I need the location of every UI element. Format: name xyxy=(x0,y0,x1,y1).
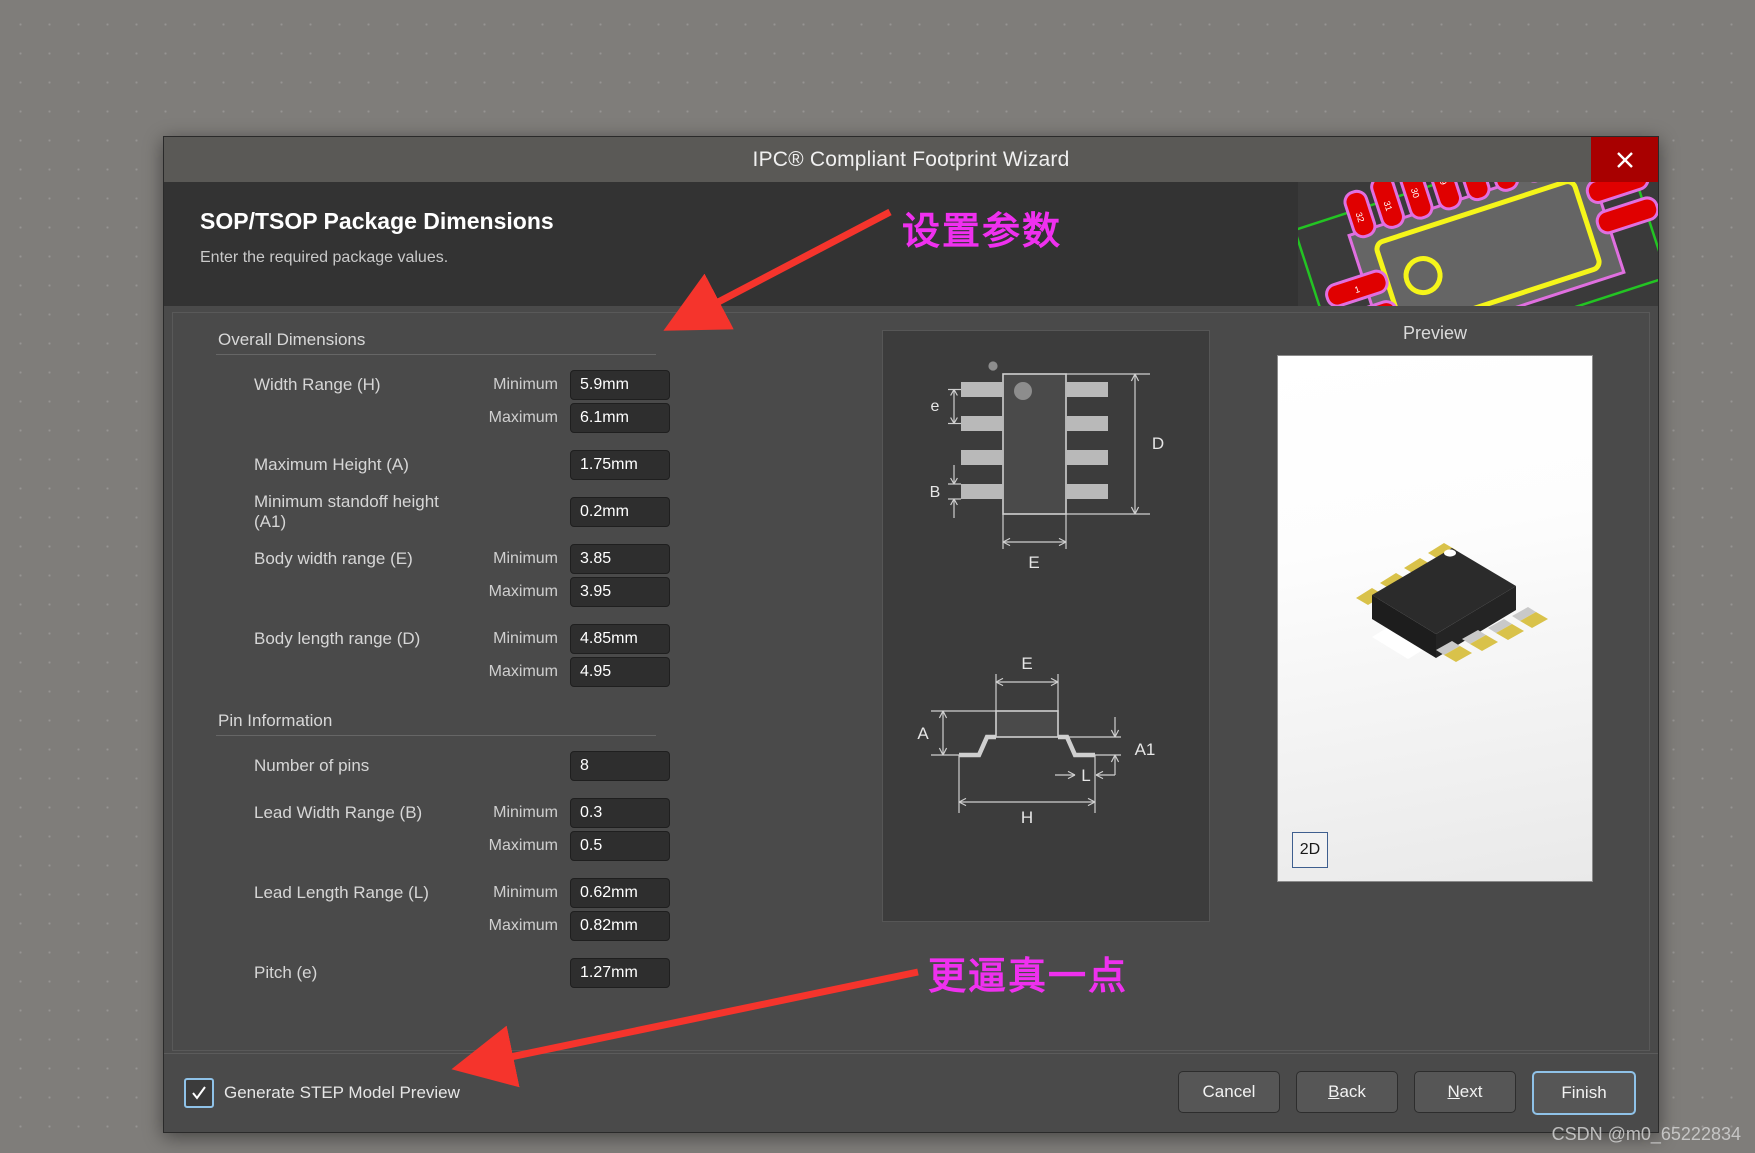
input-number-of-pins[interactable]: 8 xyxy=(570,750,670,781)
dialog-footer: Generate STEP Model Preview Cancel Back … xyxy=(164,1053,1658,1132)
preview-label: Preview xyxy=(1402,323,1468,343)
page-title: SOP/TSOP Package Dimensions xyxy=(200,208,554,234)
label-minimum-standoff-height: Minimum standoff height (A1) xyxy=(254,491,439,531)
field-row-width-range-max: Maximum 6.1mm xyxy=(208,402,848,433)
field-row-body-width-max: Maximum 3.95 xyxy=(208,576,848,607)
input-lead-width-min[interactable]: 0.3 xyxy=(570,797,670,828)
qualifier-maximum: Maximum xyxy=(488,662,558,680)
field-row-minimum-standoff-height: Minimum standoff height (A1) 0.2mm xyxy=(208,492,848,531)
annotation-more-realistic: 更逼真一点 xyxy=(928,954,1129,998)
label-maximum-height: Maximum Height (A) xyxy=(254,454,409,474)
step-model-preview[interactable]: 2D xyxy=(1277,355,1593,882)
next-button[interactable]: Next xyxy=(1414,1071,1516,1113)
qualifier-maximum: Maximum xyxy=(488,582,558,600)
back-button[interactable]: Back xyxy=(1296,1071,1398,1113)
input-maximum-height[interactable]: 1.75mm xyxy=(570,449,670,480)
group-title-overall: Overall Dimensions xyxy=(218,330,366,349)
banner-footprint-artwork: 32 31 30 29 28 27 26 xyxy=(1298,182,1658,306)
qualifier-maximum: Maximum xyxy=(488,408,558,426)
field-row-maximum-height: Maximum Height (A) 1.75mm xyxy=(208,449,848,480)
label-lead-width-range: Lead Width Range (B) xyxy=(254,802,423,822)
qualifier-minimum: Minimum xyxy=(493,629,558,647)
page-subtitle: Enter the required package values. xyxy=(200,249,449,266)
close-button[interactable] xyxy=(1591,137,1658,182)
dimensions-form: Overall Dimensions Width Range (H) Minim… xyxy=(164,320,848,1053)
package-diagrams-svg: e B D E E A A1 L H xyxy=(917,361,1164,827)
dim-label-side-body-width: E xyxy=(1021,654,1032,673)
dim-label-lead-length: L xyxy=(1081,766,1090,785)
dialog-title: IPC® Compliant Footprint Wizard xyxy=(752,147,1070,171)
checkbox-box[interactable] xyxy=(184,1078,214,1108)
field-row-number-of-pins: Number of pins 8 xyxy=(208,750,848,781)
ipc-footprint-wizard-dialog: IPC® Compliant Footprint Wizard SOP/TSOP… xyxy=(163,136,1659,1133)
soic8-3d-model xyxy=(1356,543,1548,662)
next-button-label: Next xyxy=(1447,1082,1483,1101)
banner-text-block: SOP/TSOP Package Dimensions Enter the re… xyxy=(164,182,554,306)
input-body-width-min[interactable]: 3.85 xyxy=(570,543,670,574)
watermark: CSDN @m0_65222834 xyxy=(1551,1124,1741,1144)
checkbox-label: Generate STEP Model Preview xyxy=(224,1083,460,1102)
input-body-width-max[interactable]: 3.95 xyxy=(570,576,670,607)
wizard-content: Overall Dimensions Width Range (H) Minim… xyxy=(164,306,1658,1053)
field-row-lead-width-min: Lead Width Range (B) Minimum 0.3 xyxy=(208,797,848,828)
qualifier-maximum: Maximum xyxy=(488,836,558,854)
qualifier-minimum: Minimum xyxy=(493,803,558,821)
field-row-lead-width-max: Maximum 0.5 xyxy=(208,830,848,861)
field-row-width-range-min: Width Range (H) Minimum 5.9mm xyxy=(208,369,848,400)
input-lead-length-min[interactable]: 0.62mm xyxy=(570,877,670,908)
close-icon xyxy=(1616,151,1633,168)
toggle-2d-button[interactable]: 2D xyxy=(1292,832,1328,868)
back-button-label: Back xyxy=(1328,1082,1366,1101)
field-row-lead-length-max: Maximum 0.82mm xyxy=(208,910,848,941)
dialog-titlebar: IPC® Compliant Footprint Wizard xyxy=(164,137,1658,182)
label-width-range: Width Range (H) xyxy=(254,374,381,394)
side-view-diagram: E A A1 L H xyxy=(917,654,1155,827)
label-body-length-range: Body length range (D) xyxy=(254,628,421,648)
field-row-body-length-min: Body length range (D) Minimum 4.85mm xyxy=(208,623,848,654)
group-divider-pin-information xyxy=(216,735,656,736)
dim-label-body-width: E xyxy=(1028,553,1039,572)
qualifier-minimum: Minimum xyxy=(493,883,558,901)
dim-label-height: A xyxy=(917,724,929,743)
generate-step-model-checkbox[interactable]: Generate STEP Model Preview xyxy=(184,1078,460,1108)
dim-label-span: H xyxy=(1021,808,1033,827)
dim-label-standoff: A1 xyxy=(1135,740,1156,759)
preview-column: Preview 2D xyxy=(1212,320,1658,1053)
input-body-length-min[interactable]: 4.85mm xyxy=(570,623,670,654)
annotation-set-parameters: 设置参数 xyxy=(902,209,1063,253)
label-number-of-pins: Number of pins xyxy=(254,755,370,775)
dim-label-lead-width: B xyxy=(930,484,941,501)
field-row-lead-length-min: Lead Length Range (L) Minimum 0.62mm xyxy=(208,877,848,908)
package-diagram-panel: e B D E E A A1 L H xyxy=(882,330,1210,922)
wizard-button-bar: Cancel Back Next Finish xyxy=(1178,1071,1636,1115)
input-width-range-min[interactable]: 5.9mm xyxy=(570,369,670,400)
field-row-body-width-min: Body width range (E) Minimum 3.85 xyxy=(208,543,848,574)
input-lead-width-max[interactable]: 0.5 xyxy=(570,830,670,861)
label-lead-length-range: Lead Length Range (L) xyxy=(254,882,429,902)
field-row-pitch: Pitch (e) 1.27mm xyxy=(208,957,848,988)
qualifier-minimum: Minimum xyxy=(493,549,558,567)
input-lead-length-max[interactable]: 0.82mm xyxy=(570,910,670,941)
qualifier-maximum: Maximum xyxy=(488,916,558,934)
dim-label-body-length: D xyxy=(1152,434,1164,453)
group-divider-overall xyxy=(216,354,656,355)
top-view-diagram: e B D E xyxy=(930,361,1164,572)
finish-button[interactable]: Finish xyxy=(1532,1071,1636,1115)
group-title-pin-information: Pin Information xyxy=(218,711,333,730)
dim-label-pitch: e xyxy=(931,398,940,415)
label-body-width-range: Body width range (E) xyxy=(254,548,413,568)
input-minimum-standoff-height[interactable]: 0.2mm xyxy=(570,496,670,527)
check-icon xyxy=(192,1086,206,1100)
input-pitch[interactable]: 1.27mm xyxy=(570,957,670,988)
field-row-body-length-max: Maximum 4.95 xyxy=(208,656,848,687)
cancel-button[interactable]: Cancel xyxy=(1178,1071,1280,1113)
label-pitch: Pitch (e) xyxy=(254,962,318,982)
qualifier-minimum: Minimum xyxy=(493,375,558,393)
input-width-range-max[interactable]: 6.1mm xyxy=(570,402,670,433)
input-body-length-max[interactable]: 4.95 xyxy=(570,656,670,687)
